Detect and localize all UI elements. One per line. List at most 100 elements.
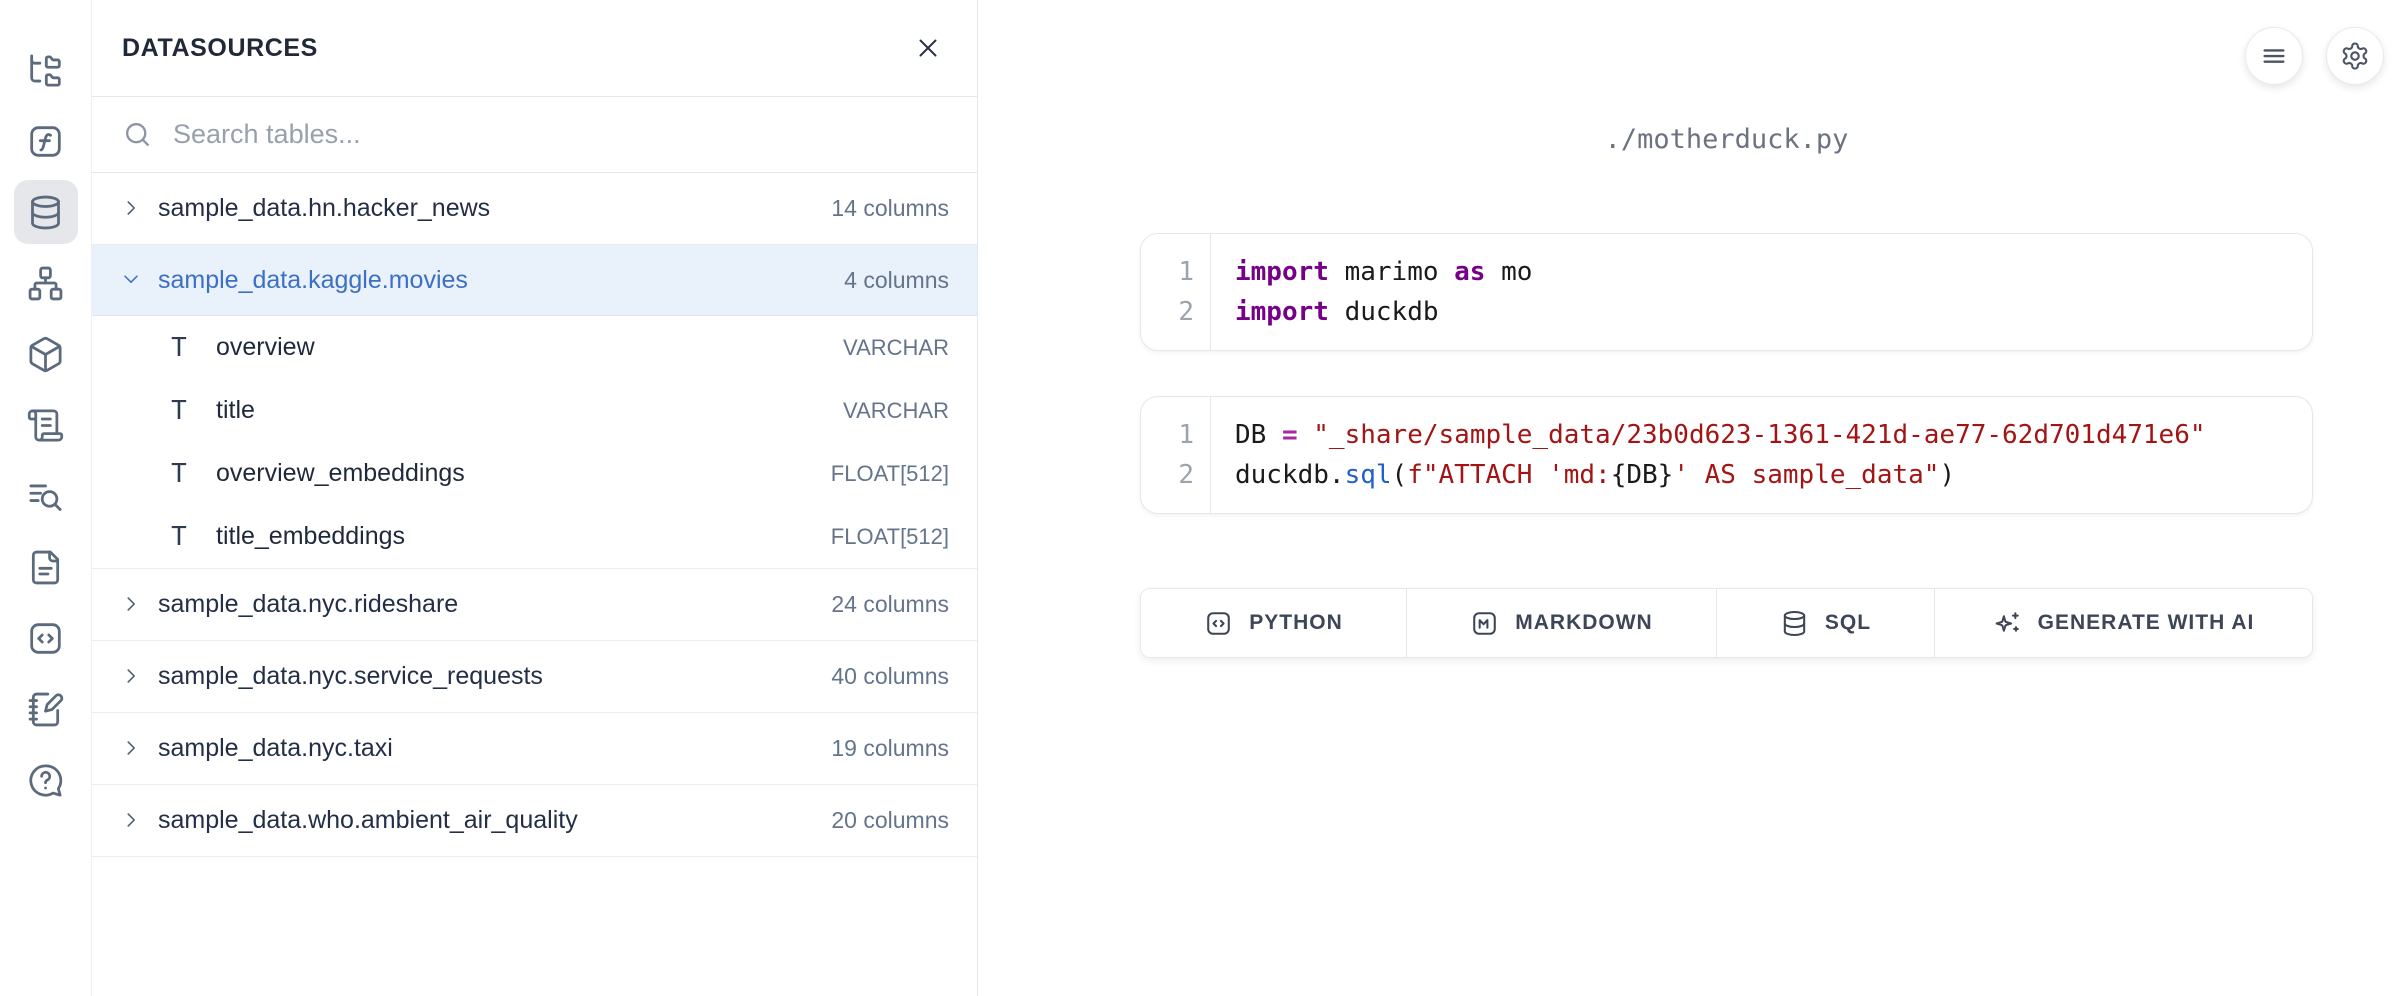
sidebar-item-datasources[interactable] [14, 180, 78, 244]
close-panel-button[interactable] [909, 29, 947, 67]
code-line: import duckdb [1235, 292, 2312, 332]
search-icon [122, 119, 153, 150]
sidebar-item-scratchpad[interactable] [14, 677, 78, 741]
sparkles-icon [1993, 609, 2022, 638]
table-column-count: 40 columns [831, 663, 949, 690]
line-number: 1 [1141, 252, 1194, 292]
scroll-text-icon [26, 406, 65, 445]
code-line: import marimo as mo [1235, 252, 2312, 292]
table-name: sample_data.kaggle.movies [158, 266, 844, 295]
code-cell[interactable]: 12import marimo as moimport duckdb [1140, 233, 2313, 351]
table-group: sample_data.nyc.rideshare24 columns [92, 569, 977, 641]
column-row[interactable]: TtitleVARCHAR [92, 379, 977, 442]
add-cell-bar: PYTHON MARKDOWN SQL GENERATE WITH AI [1140, 588, 2313, 658]
column-name: overview_embeddings [216, 459, 831, 488]
sidebar-item-logs[interactable] [14, 464, 78, 528]
column-name: title_embeddings [216, 522, 831, 551]
sidebar-item-help[interactable] [14, 748, 78, 812]
text-type-icon: T [166, 333, 192, 363]
add-sql-button[interactable]: SQL [1717, 589, 1935, 657]
settings-button[interactable] [2326, 27, 2384, 85]
table-column-count: 14 columns [831, 195, 949, 222]
code-editor[interactable]: DB = "_share/sample_data/23b0d623-1361-4… [1211, 397, 2312, 513]
text-type-icon: T [166, 459, 192, 489]
sidebar-item-snippets[interactable] [14, 606, 78, 670]
close-icon [913, 33, 943, 63]
notebook-filename: ./motherduck.py [1140, 124, 2313, 155]
sidebar-item-variables[interactable] [14, 109, 78, 173]
add-button-label: PYTHON [1249, 611, 1343, 635]
table-row[interactable]: sample_data.nyc.rideshare24 columns [92, 569, 977, 640]
markdown-square-icon [1470, 609, 1499, 638]
table-group: sample_data.kaggle.movies4 columnsToverv… [92, 245, 977, 569]
menu-button[interactable] [2245, 27, 2303, 85]
table-name: sample_data.who.ambient_air_quality [158, 806, 831, 835]
sidebar-item-packages[interactable] [14, 322, 78, 386]
table-column-count: 19 columns [831, 735, 949, 762]
table-row[interactable]: sample_data.hn.hacker_news14 columns [92, 173, 977, 244]
file-tree-icon [26, 51, 65, 90]
table-name: sample_data.nyc.rideshare [158, 590, 831, 619]
table-row[interactable]: sample_data.nyc.service_requests40 colum… [92, 641, 977, 712]
table-row[interactable]: sample_data.nyc.taxi19 columns [92, 713, 977, 784]
database-icon [1780, 609, 1809, 638]
chevron-right-icon [120, 665, 144, 689]
chevron-right-icon [120, 737, 144, 761]
text-type-icon: T [166, 522, 192, 552]
sidebar-item-file-explorer[interactable] [14, 38, 78, 102]
table-group: sample_data.who.ambient_air_quality20 co… [92, 785, 977, 857]
code-line: duckdb.sql(f"ATTACH 'md:{DB}' AS sample_… [1235, 455, 2312, 495]
message-question-icon [26, 761, 65, 800]
add-button-label: SQL [1825, 611, 1871, 635]
line-number-gutter: 12 [1141, 397, 1211, 513]
chevron-right-icon [120, 593, 144, 617]
code-line: DB = "_share/sample_data/23b0d623-1361-4… [1235, 415, 2312, 455]
network-icon [26, 264, 65, 303]
table-column-count: 4 columns [844, 267, 949, 294]
line-number: 2 [1141, 292, 1194, 332]
column-type: FLOAT[512] [831, 524, 949, 550]
file-text-icon [26, 548, 65, 587]
text-type-icon: T [166, 396, 192, 426]
line-number: 1 [1141, 415, 1194, 455]
line-number-gutter: 12 [1141, 234, 1211, 350]
sidebar-item-documentation[interactable] [14, 535, 78, 599]
column-row[interactable]: Ttitle_embeddingsFLOAT[512] [92, 505, 977, 568]
datasources-panel: DATASOURCES sample_data.hn.hacker_news14… [92, 0, 978, 996]
add-generate-with-ai-button[interactable]: GENERATE WITH AI [1935, 589, 2312, 657]
table-name: sample_data.hn.hacker_news [158, 194, 831, 223]
notebook-main: ./motherduck.py 12import marimo as moimp… [979, 0, 2399, 996]
column-name: title [216, 396, 843, 425]
table-name: sample_data.nyc.taxi [158, 734, 831, 763]
line-number: 2 [1141, 455, 1194, 495]
sidebar-item-scroll[interactable] [14, 393, 78, 457]
code-editor[interactable]: import marimo as moimport duckdb [1211, 234, 2312, 350]
column-type: VARCHAR [843, 335, 949, 361]
table-group: sample_data.nyc.service_requests40 colum… [92, 641, 977, 713]
column-name: overview [216, 333, 843, 362]
column-row[interactable]: ToverviewVARCHAR [92, 316, 977, 379]
add-markdown-button[interactable]: MARKDOWN [1407, 589, 1717, 657]
column-row[interactable]: Toverview_embeddingsFLOAT[512] [92, 442, 977, 505]
tables-list: sample_data.hn.hacker_news14 columnssamp… [92, 173, 977, 857]
table-column-count: 20 columns [831, 807, 949, 834]
table-column-count: 24 columns [831, 591, 949, 618]
gear-icon [2340, 41, 2370, 71]
code-square-icon [26, 619, 65, 658]
function-square-icon [26, 122, 65, 161]
table-row[interactable]: sample_data.kaggle.movies4 columns [92, 245, 977, 316]
panel-title: DATASOURCES [122, 34, 318, 63]
table-group: sample_data.nyc.taxi19 columns [92, 713, 977, 785]
chevron-right-icon [120, 197, 144, 221]
code-cell[interactable]: 12 DB = "_share/sample_data/23b0d623-1361… [1140, 396, 2313, 514]
left-icon-rail [0, 0, 92, 996]
database-icon [26, 193, 65, 232]
search-input[interactable] [173, 119, 947, 150]
add-button-label: MARKDOWN [1515, 611, 1652, 635]
add-python-button[interactable]: PYTHON [1141, 589, 1407, 657]
sidebar-item-dependencies[interactable] [14, 251, 78, 315]
box-icon [26, 335, 65, 374]
hamburger-menu-icon [2259, 41, 2289, 71]
table-row[interactable]: sample_data.who.ambient_air_quality20 co… [92, 785, 977, 856]
chevron-down-icon [120, 268, 144, 292]
